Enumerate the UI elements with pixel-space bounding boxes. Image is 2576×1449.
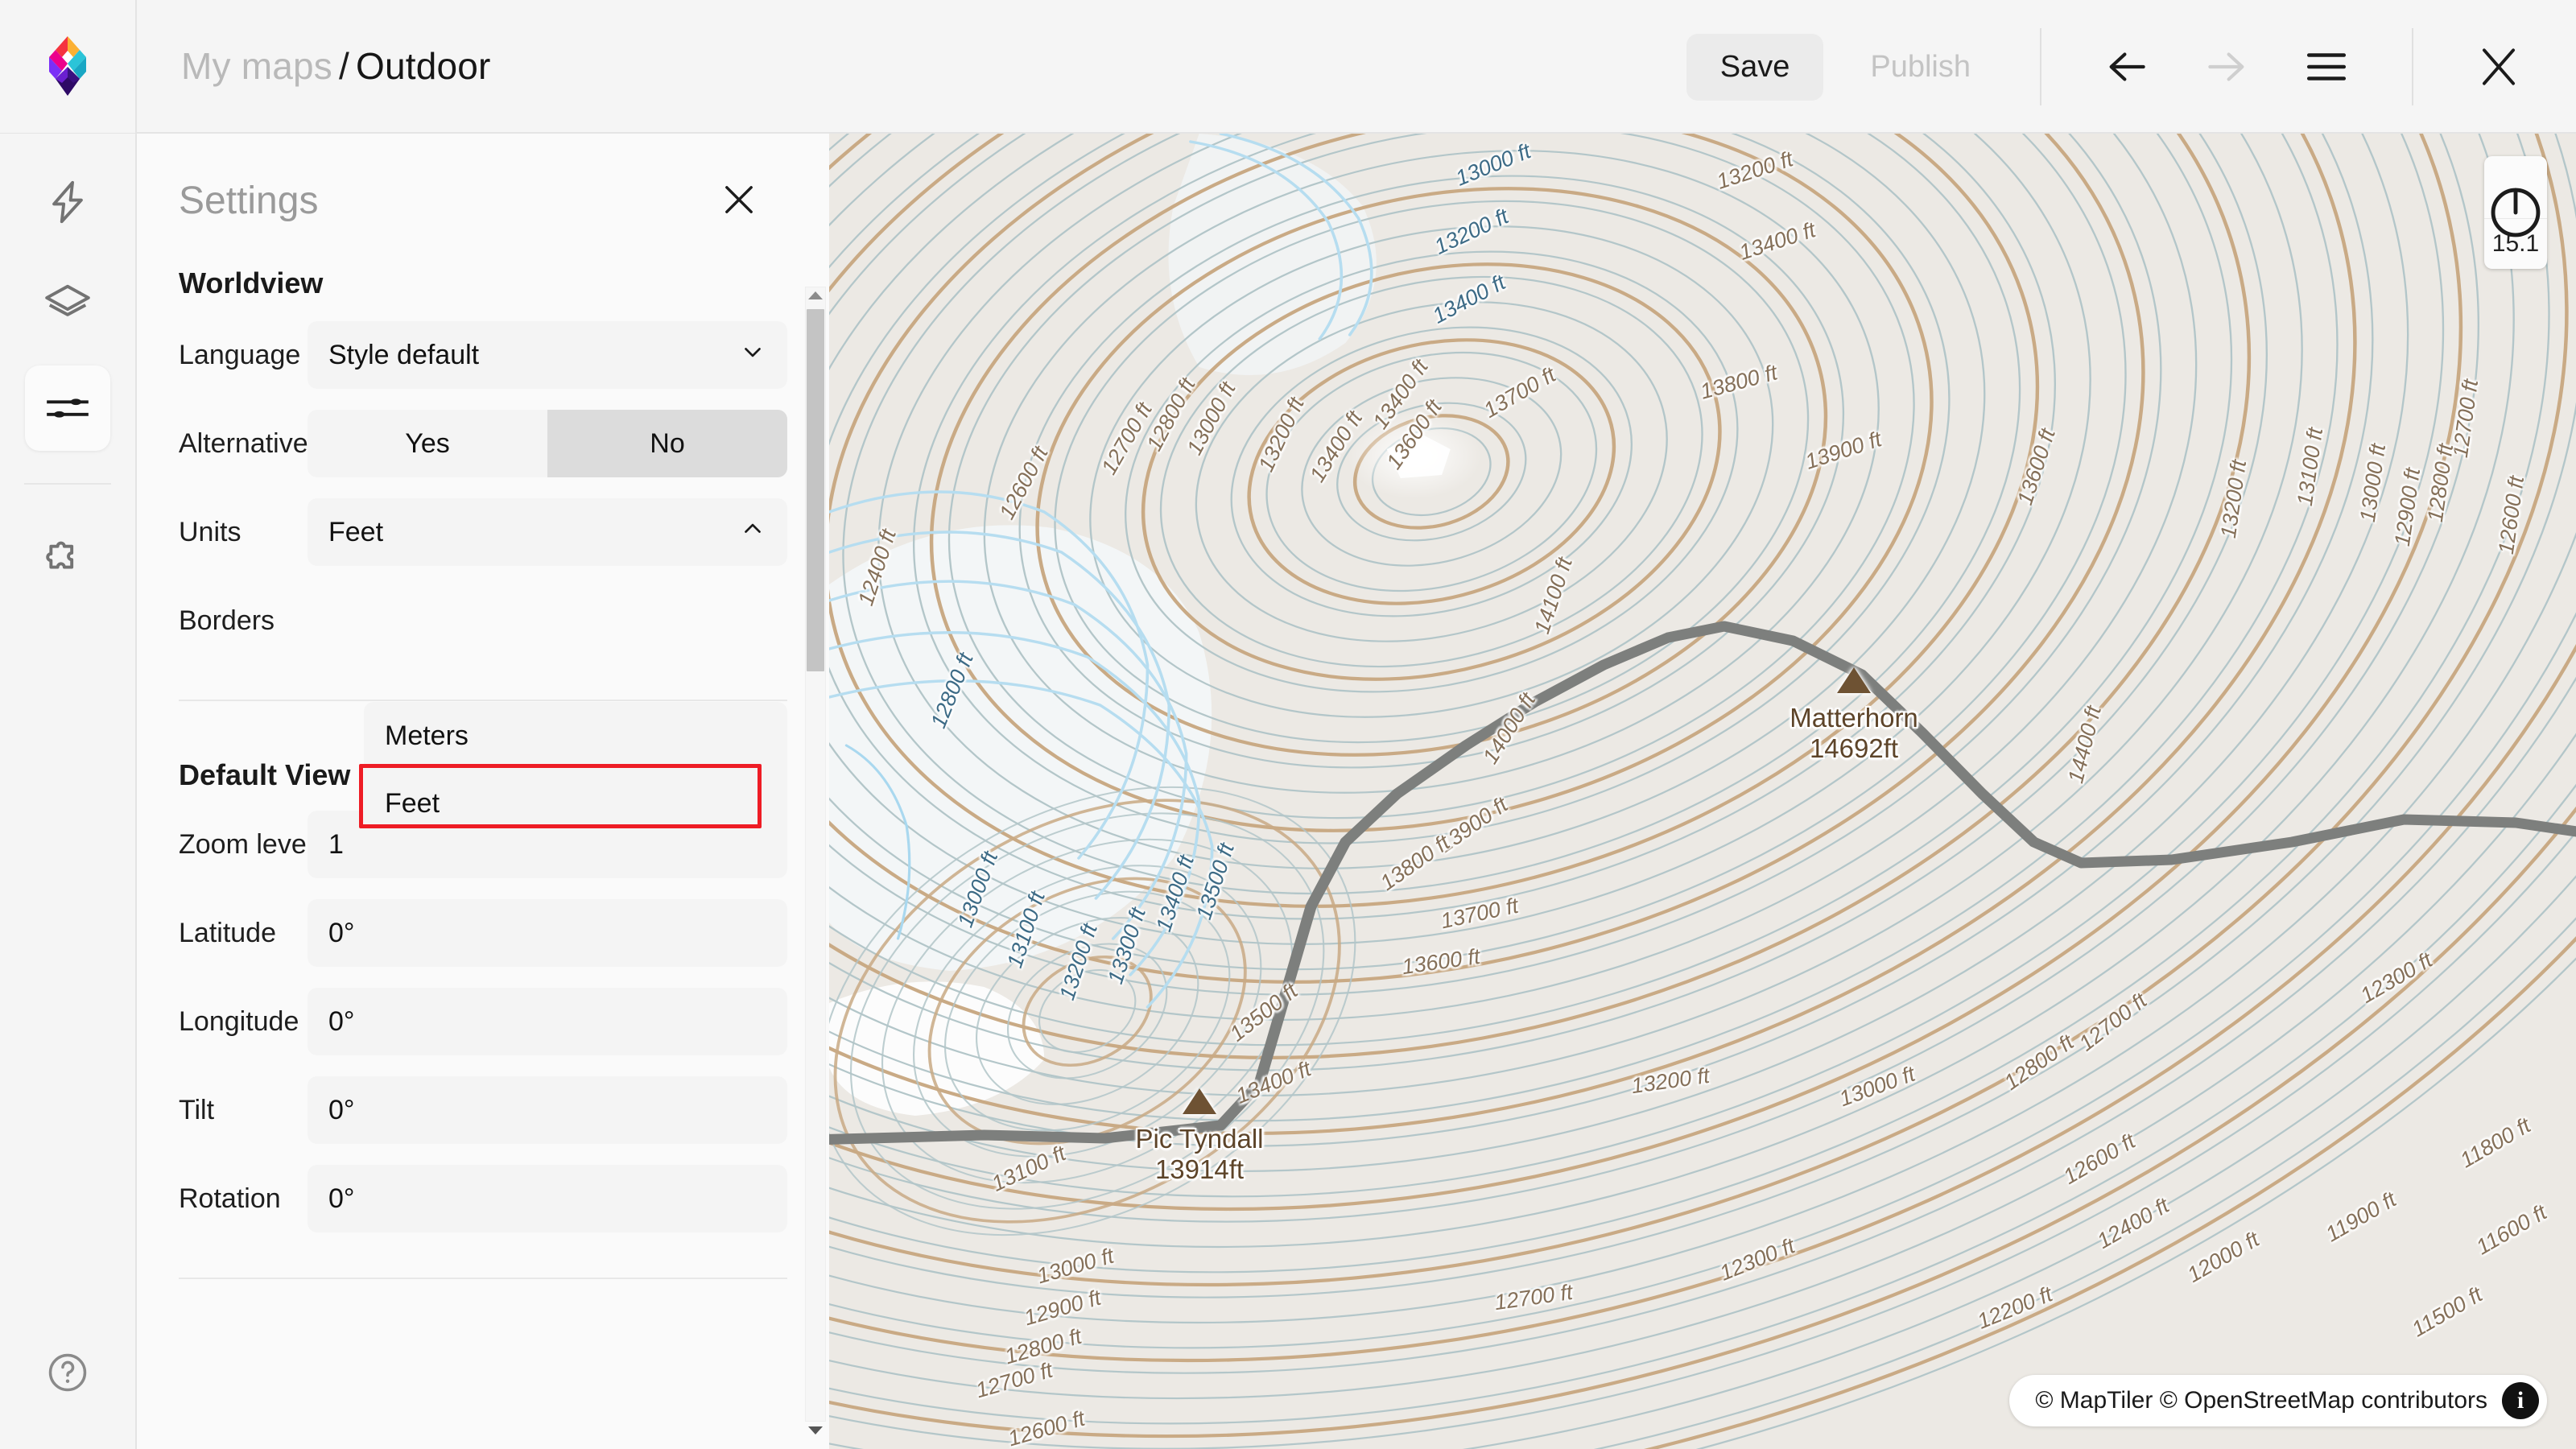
row-alternative-names: Alternative na... Yes No (179, 410, 787, 477)
worldview-rows: Language Style default Alternative na...… (137, 321, 829, 654)
header-actions: Save Publish (1686, 0, 2576, 134)
app-header: My maps/Outdoor Save Publish (0, 0, 2576, 134)
sidebar-item-layers[interactable] (25, 262, 110, 348)
units-option-meters[interactable]: Meters (364, 702, 787, 770)
panel-close-button[interactable] (713, 174, 765, 228)
layers-icon (43, 280, 93, 330)
default-view-heading: Default View (179, 758, 350, 792)
language-select[interactable]: Style default (308, 321, 787, 389)
alternative-names-label: Alternative na... (179, 428, 308, 460)
zoom-level-value: 1 (328, 829, 344, 861)
app-body: Settings Worldview Language Style defaul… (0, 134, 2576, 1449)
alternative-names-no[interactable]: No (547, 410, 787, 477)
panel-scrollbar[interactable] (802, 134, 829, 1449)
breadcrumb-current: Outdoor (356, 45, 491, 87)
language-label: Language (179, 340, 308, 371)
settings-panel-header: Settings (137, 134, 829, 228)
longitude-value: 0° (328, 1006, 355, 1038)
units-label: Units (179, 517, 308, 548)
zoom-level-label: Zoom level (179, 829, 308, 861)
arrow-right-icon (2202, 42, 2252, 92)
hamburger-menu-icon (2303, 43, 2350, 90)
row-units: Units Feet (179, 498, 787, 566)
logo-cell[interactable] (0, 0, 137, 133)
row-rotation: Rotation 0° (179, 1165, 787, 1232)
compass-reset-icon (2484, 156, 2547, 269)
borders-label: Borders (179, 605, 308, 637)
rotation-input[interactable]: 0° (308, 1165, 787, 1232)
sidebar-item-quick-actions[interactable] (25, 159, 110, 245)
row-latitude: Latitude 0° (179, 899, 787, 967)
attribution-text: © MapTiler © OpenStreetMap contributors (2035, 1387, 2487, 1414)
panel-divider-1 (179, 700, 787, 701)
longitude-label: Longitude (179, 1006, 308, 1038)
units-value: Feet (328, 517, 383, 548)
maptiler-logo-icon (44, 35, 91, 97)
app-root: My maps/Outdoor Save Publish (0, 0, 2576, 1449)
lightning-icon (44, 179, 91, 225)
triangle-down-icon[interactable] (808, 1426, 823, 1435)
map-control-group: 15.1 (2484, 156, 2547, 269)
default-view-rows: Zoom level 1 Latitude 0° Longitude 0° (137, 811, 829, 1232)
close-window-button[interactable] (2460, 28, 2537, 105)
settings-panel: Settings Worldview Language Style defaul… (137, 134, 829, 1449)
peak-marker-icon (1837, 667, 1871, 693)
tilt-value: 0° (328, 1095, 355, 1126)
row-tilt: Tilt 0° (179, 1076, 787, 1144)
rail-divider (24, 483, 111, 485)
arrow-left-icon (2102, 42, 2152, 92)
breadcrumb-separator: / (339, 45, 349, 87)
longitude-input[interactable]: 0° (308, 988, 787, 1055)
menu-button[interactable] (2288, 28, 2365, 105)
chevron-up-icon (739, 515, 766, 550)
icon-rail (0, 134, 137, 1449)
compass-reset-button[interactable] (2484, 156, 2547, 219)
sidebar-item-settings[interactable] (25, 365, 110, 451)
forward-button[interactable] (2188, 28, 2265, 105)
rotation-label: Rotation (179, 1183, 308, 1215)
peak-marker-icon (1183, 1088, 1216, 1114)
map-attribution: © MapTiler © OpenStreetMap contributors … (2009, 1375, 2547, 1426)
tilt-input[interactable]: 0° (308, 1076, 787, 1144)
units-option-feet[interactable]: Feet (364, 770, 787, 837)
latitude-input[interactable]: 0° (308, 899, 787, 967)
breadcrumb: My maps/Outdoor (181, 44, 491, 88)
alternative-names-toggle: Yes No (308, 410, 787, 477)
breadcrumb-parent[interactable]: My maps (181, 45, 332, 87)
alternative-names-yes[interactable]: Yes (308, 410, 547, 477)
rotation-value: 0° (328, 1183, 355, 1215)
close-icon (2474, 42, 2524, 92)
map-canvas[interactable]: 13000 ft13200 ft13200 ft13400 ft13400 ft… (829, 134, 2576, 1449)
panel-divider-2 (179, 1278, 787, 1279)
row-longitude: Longitude 0° (179, 988, 787, 1055)
header-divider-1 (2040, 28, 2041, 105)
help-button[interactable] (45, 1350, 90, 1399)
worldview-heading: Worldview (137, 228, 829, 300)
help-circle-icon (45, 1350, 90, 1395)
panel-title: Settings (179, 179, 318, 223)
language-value: Style default (328, 340, 479, 371)
sidebar-item-plugins[interactable] (25, 512, 110, 597)
chevron-down-icon (739, 338, 766, 373)
units-dropdown: Meters Feet (364, 702, 787, 837)
puzzle-icon (43, 530, 93, 580)
row-language: Language Style default (179, 321, 787, 389)
row-borders: Borders (179, 587, 787, 654)
sliders-icon (43, 383, 93, 433)
info-icon[interactable]: i (2502, 1382, 2539, 1419)
latitude-value: 0° (328, 918, 355, 949)
tilt-label: Tilt (179, 1095, 308, 1126)
save-button[interactable]: Save (1686, 34, 1824, 101)
latitude-label: Latitude (179, 918, 308, 949)
header-divider-2 (2412, 28, 2413, 105)
close-icon (718, 179, 760, 221)
scrollbar-thumb[interactable] (807, 309, 824, 671)
publish-button[interactable]: Publish (1836, 34, 2004, 101)
map-terrain (829, 134, 2576, 1449)
units-select[interactable]: Feet (308, 498, 787, 566)
triangle-up-icon[interactable] (808, 291, 823, 299)
back-button[interactable] (2088, 28, 2165, 105)
